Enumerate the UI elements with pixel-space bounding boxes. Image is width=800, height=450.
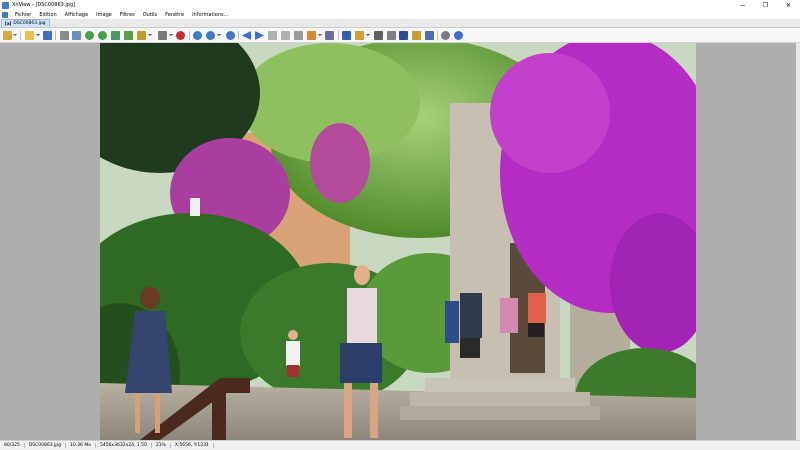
menu-filtres[interactable]: Filtres xyxy=(116,12,139,18)
save-icon[interactable] xyxy=(43,31,52,40)
tab-label: DSC00863.jpg xyxy=(13,21,46,26)
resize-icon[interactable] xyxy=(124,31,133,40)
scan-icon[interactable] xyxy=(72,31,81,40)
menu-informations[interactable]: Informations... xyxy=(188,12,232,18)
delete-icon[interactable] xyxy=(176,31,185,40)
zoom-in-icon[interactable] xyxy=(193,31,202,40)
adjust-dropdown-icon[interactable] xyxy=(169,34,173,36)
menu-affichage[interactable]: Affichage xyxy=(61,12,93,18)
vertical-scrollbar[interactable] xyxy=(796,43,800,440)
browser-icon[interactable] xyxy=(3,31,12,40)
minimize-button[interactable]: — xyxy=(731,0,754,10)
print-icon[interactable] xyxy=(60,31,69,40)
menu-image[interactable]: Image xyxy=(92,12,116,18)
find-icon[interactable] xyxy=(374,31,383,40)
menu-fichier[interactable]: Fichier xyxy=(11,12,35,18)
info-icon[interactable] xyxy=(325,31,334,40)
printer-icon[interactable] xyxy=(387,31,396,40)
screenshot-icon[interactable] xyxy=(412,31,421,40)
menu-outils[interactable]: Outils xyxy=(139,12,161,18)
status-dimensions: 5456x3632x24, 1.50 xyxy=(96,443,152,448)
menu-edition[interactable]: Edition xyxy=(35,12,60,18)
status-filename: DSC00863.jpg xyxy=(25,443,67,448)
maximize-button[interactable]: ❐ xyxy=(754,0,777,10)
app-icon xyxy=(2,1,9,9)
zoom-dropdown-icon[interactable] xyxy=(217,34,221,36)
convert-icon[interactable] xyxy=(355,31,364,40)
capture-icon[interactable] xyxy=(425,31,434,40)
toolbar-separator xyxy=(189,31,190,40)
window-controls: — ❐ ✕ xyxy=(731,0,800,10)
last-icon[interactable] xyxy=(281,31,290,40)
toolbar-separator xyxy=(437,31,438,40)
photo-image xyxy=(100,43,696,440)
tab-icon: [a] xyxy=(5,21,12,26)
options-icon[interactable] xyxy=(441,31,450,40)
help-icon[interactable] xyxy=(454,31,463,40)
compare-icon[interactable] xyxy=(307,31,316,40)
image-viewer[interactable] xyxy=(0,43,800,440)
open-dropdown-icon[interactable] xyxy=(36,34,40,36)
menu-bar: Fichier Edition Affichage Image Filtres … xyxy=(0,10,800,19)
photo-dsc00863[interactable] xyxy=(100,43,696,440)
toolbar-separator xyxy=(338,31,339,40)
title-bar: XnView - [DSC00863.jpg] — ❐ ✕ xyxy=(0,0,800,10)
status-coordinates: X:5656, Y:1231 xyxy=(171,443,214,448)
previous-icon[interactable] xyxy=(242,31,251,40)
toolbar-separator xyxy=(238,31,239,40)
zoom-options-icon[interactable] xyxy=(206,31,215,40)
status-zoom: 21% xyxy=(152,443,171,448)
app-menu-icon[interactable] xyxy=(2,11,8,18)
next-icon[interactable] xyxy=(255,31,264,40)
menu-fenetre[interactable]: Fenêtre xyxy=(161,12,188,18)
toolbar-separator xyxy=(20,31,21,40)
tab-dsc00863[interactable]: [a] DSC00863.jpg xyxy=(1,19,50,27)
crop-dropdown-icon[interactable] xyxy=(148,34,152,36)
adjust-icon[interactable] xyxy=(158,31,167,40)
film-icon[interactable] xyxy=(399,31,408,40)
tab-bar: [a] DSC00863.jpg xyxy=(0,19,800,28)
toolbar-separator xyxy=(55,31,56,40)
rotate-right-icon[interactable] xyxy=(98,31,107,40)
status-position: 80/325 xyxy=(0,443,25,448)
browser-dropdown-icon[interactable] xyxy=(13,34,17,36)
zoom-out-icon[interactable] xyxy=(226,31,235,40)
crop-icon[interactable] xyxy=(137,31,146,40)
first-icon[interactable] xyxy=(268,31,277,40)
toolbar xyxy=(0,28,800,43)
settings-icon[interactable] xyxy=(342,31,351,40)
status-bar: 80/325 DSC00863.jpg 10.36 Mo 5456x3632x2… xyxy=(0,440,800,450)
rotate-left-icon[interactable] xyxy=(85,31,94,40)
compare-dropdown-icon[interactable] xyxy=(318,34,322,36)
convert-dropdown-icon[interactable] xyxy=(366,34,370,36)
window-title: XnView - [DSC00863.jpg] xyxy=(12,2,76,8)
close-button[interactable]: ✕ xyxy=(777,0,800,10)
flip-icon[interactable] xyxy=(111,31,120,40)
status-filesize: 10.36 Mo xyxy=(66,443,96,448)
slideshow-icon[interactable] xyxy=(294,31,303,40)
open-folder-icon[interactable] xyxy=(25,31,34,40)
